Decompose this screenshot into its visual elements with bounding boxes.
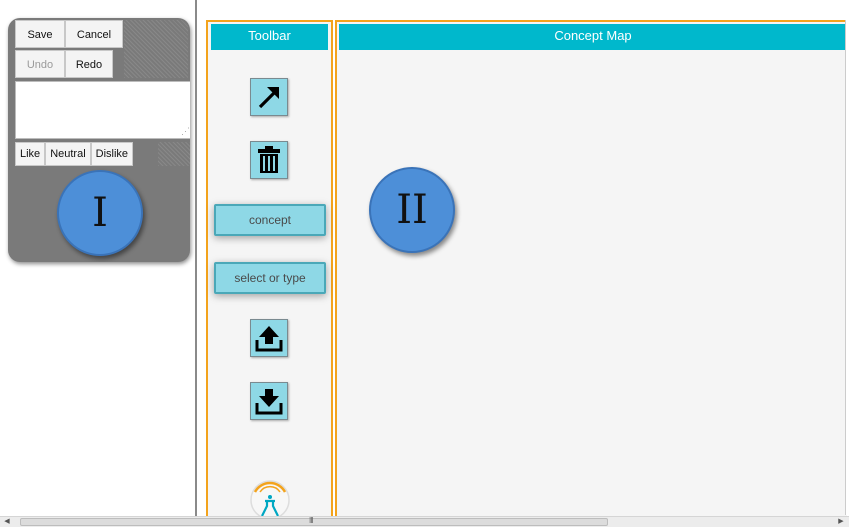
comment-field[interactable] [15,81,190,139]
download-icon[interactable] [250,382,288,420]
rating-buttons: Like Neutral Dislike [15,142,134,166]
feedback-panel: Save Cancel Undo Redo ⋰ Like Neutral Dis… [8,18,190,262]
neutral-button[interactable]: Neutral [45,142,91,166]
resize-grip-icon[interactable]: ⋰ [181,126,190,137]
scrollbar-grip: III [309,516,314,525]
horizontal-scrollbar[interactable]: ◀ III ▶ [0,516,849,527]
concept-tool[interactable]: concept [214,204,326,236]
scrollbar-thumb[interactable]: III [20,516,608,526]
flask-logo-icon [248,476,292,520]
toolbar-panel: Toolbar concept select or type [206,20,333,520]
rating-filler [158,142,190,166]
upload-icon[interactable] [250,319,288,357]
section-marker-ii: II [369,167,455,253]
like-button[interactable]: Like [15,142,46,166]
concept-map-panel[interactable]: Concept Map [335,20,847,520]
section-marker-i: I [57,170,143,256]
save-button[interactable]: Save [15,20,65,48]
cancel-button[interactable]: Cancel [65,20,123,48]
toolbar-title: Toolbar [211,24,328,50]
redo-button[interactable]: Redo [65,50,113,78]
dislike-button[interactable]: Dislike [90,142,134,166]
trash-icon[interactable] [250,141,288,179]
vertical-scrollbar[interactable] [845,20,849,515]
panel-divider[interactable] [195,0,197,516]
toolbar-filler [124,20,188,78]
link-label-tool[interactable]: select or type [214,262,326,294]
concept-map-title: Concept Map [339,24,847,50]
undo-button[interactable]: Undo [15,50,65,78]
arrow-link-icon[interactable] [250,78,288,116]
